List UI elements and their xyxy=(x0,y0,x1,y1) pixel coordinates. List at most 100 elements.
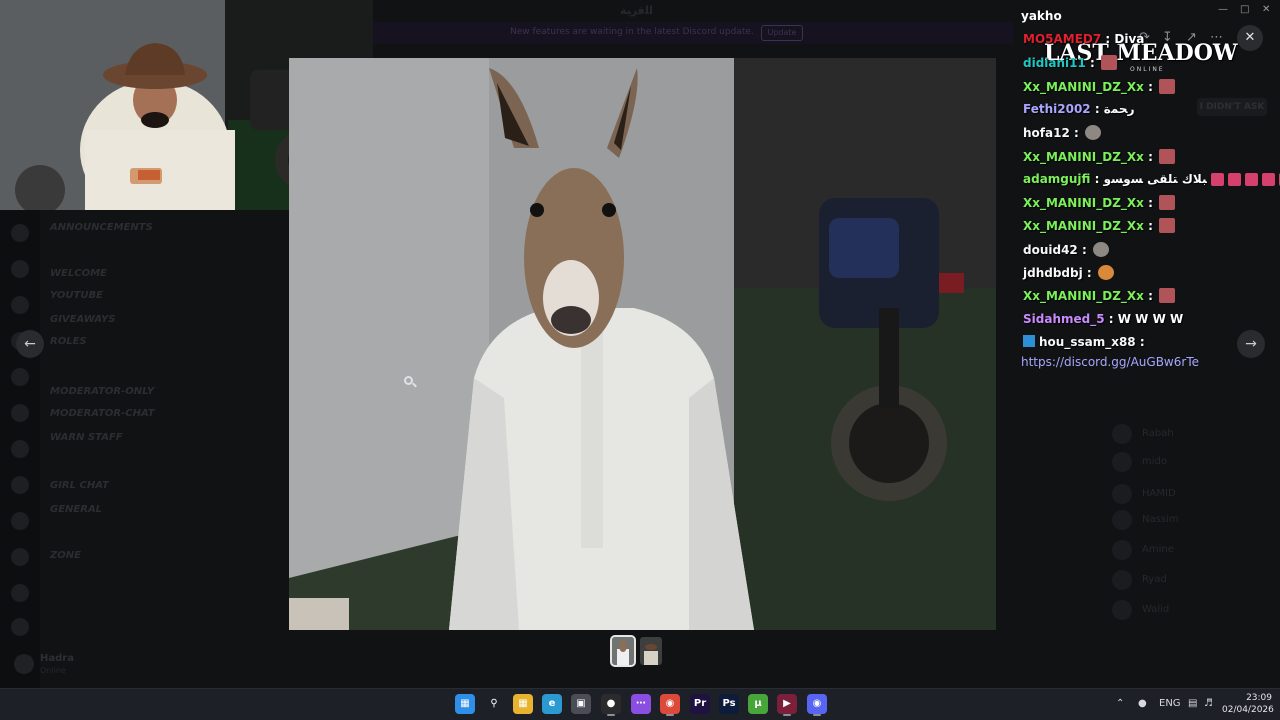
chat-username[interactable]: didiani11 xyxy=(1023,56,1086,70)
add-server-icon[interactable] xyxy=(11,584,29,602)
emote-icon xyxy=(1159,78,1176,94)
network-icon[interactable]: ▤ xyxy=(1188,698,1197,709)
chat-username[interactable]: douid42 xyxy=(1023,243,1078,257)
server-icon[interactable] xyxy=(11,296,29,314)
discord-icon[interactable]: ◉ xyxy=(807,694,827,714)
server-icon[interactable] xyxy=(11,440,29,458)
previous-image-button[interactable]: ← xyxy=(16,330,44,358)
chat-username[interactable]: hou_ssam_x88 xyxy=(1039,335,1136,349)
running-indicator xyxy=(783,714,791,716)
discord-invite-link[interactable]: https://discord.gg/AuGBw6rTe xyxy=(1021,355,1199,369)
channel-item[interactable]: YOUTUBE xyxy=(50,290,103,301)
close-viewer-button[interactable]: ✕ xyxy=(1237,25,1263,51)
member-name: Nassim xyxy=(1142,514,1179,525)
server-icon[interactable] xyxy=(11,404,29,422)
chat-username[interactable]: MO5AMED7 xyxy=(1023,32,1101,46)
thumbnail-1[interactable] xyxy=(610,635,636,667)
emote-icon xyxy=(1084,125,1101,141)
member-item[interactable]: mido xyxy=(1112,452,1262,472)
member-item[interactable]: Amine xyxy=(1112,540,1262,560)
channel-item[interactable]: ANNOUNCEMENTS xyxy=(50,222,153,233)
server-icon[interactable] xyxy=(11,512,29,530)
file-explorer-icon[interactable]: ▦ xyxy=(513,694,533,714)
avatar xyxy=(1112,570,1132,590)
channel-item[interactable]: ROLES xyxy=(50,336,87,347)
member-item[interactable]: Ryad xyxy=(1112,570,1262,590)
chat-username[interactable]: Sidahmed_5 xyxy=(1023,312,1105,326)
server-icon[interactable] xyxy=(11,260,29,278)
channel-item[interactable]: MODERATOR-CHAT xyxy=(50,408,155,419)
emote-icon xyxy=(1159,288,1176,304)
arrow-left-icon: ← xyxy=(24,336,36,352)
member-item[interactable]: HAMID xyxy=(1112,484,1262,504)
channel-item[interactable]: WARN STAFF xyxy=(50,432,123,443)
chat-username[interactable]: Xx_MANINI_DZ_Xx xyxy=(1023,150,1144,164)
member-name: Amine xyxy=(1142,544,1174,555)
avatar xyxy=(1112,452,1132,472)
chat-username[interactable]: jdhdbdbj xyxy=(1023,266,1083,280)
chat-separator: : xyxy=(1143,149,1158,164)
premiere-icon[interactable]: Pr xyxy=(690,694,710,714)
maximize-icon[interactable]: □ xyxy=(1240,4,1249,15)
chat-username[interactable]: Xx_MANINI_DZ_Xx xyxy=(1023,196,1144,210)
member-item[interactable]: Nassim xyxy=(1112,510,1262,530)
user-status: Online xyxy=(40,666,66,675)
channel-item[interactable]: ZONE xyxy=(50,550,81,561)
windows-start-icon[interactable]: ▦ xyxy=(455,694,475,714)
chat-message: adamgujfi : ﺒﻼﻙ ﺘﻠﻘﻰ ﺴﻭﺴﻭ xyxy=(1023,172,1280,192)
taskbar-clock[interactable]: 23:09 02/04/2026 xyxy=(1222,692,1274,716)
channel-item[interactable]: GENERAL xyxy=(50,504,102,515)
channel-item[interactable]: GIRL CHAT xyxy=(50,480,109,491)
chat-username[interactable]: Xx_MANINI_DZ_Xx xyxy=(1023,219,1144,233)
server-icon[interactable] xyxy=(11,476,29,494)
reply-chip[interactable]: I DIDN'T ASK xyxy=(1197,98,1267,116)
microphone-icon[interactable]: ● xyxy=(1138,698,1147,709)
channel-item[interactable]: WELCOME xyxy=(50,268,107,279)
explore-icon[interactable] xyxy=(11,618,29,636)
tray-overflow-icon[interactable]: ⌃ xyxy=(1116,698,1124,709)
chat-username[interactable]: Fethi2002 xyxy=(1023,102,1091,116)
avatar xyxy=(1112,510,1132,530)
chat-separator: : xyxy=(1082,266,1096,280)
obs-icon[interactable]: ● xyxy=(601,694,621,714)
update-button[interactable]: Update xyxy=(761,25,803,41)
chat-username[interactable]: Xx_MANINI_DZ_Xx xyxy=(1023,289,1144,303)
chat-username[interactable]: hofa12 xyxy=(1023,126,1070,140)
emote-icon xyxy=(1101,55,1118,71)
chat-username[interactable]: adamgujfi xyxy=(1023,172,1090,186)
server-icon[interactable] xyxy=(11,224,29,242)
chat-username[interactable]: Xx_MANINI_DZ_Xx xyxy=(1023,80,1144,94)
messenger-icon[interactable]: ⋯ xyxy=(631,694,651,714)
chat-separator: : xyxy=(1090,171,1104,186)
edge-icon[interactable]: e xyxy=(542,694,562,714)
media-player-icon[interactable]: ▶ xyxy=(777,694,797,714)
search-icon[interactable]: ⚲ xyxy=(484,694,504,714)
member-item[interactable]: Rabah xyxy=(1112,424,1262,444)
image-viewer-photo xyxy=(289,58,996,630)
volume-icon[interactable]: ♬ xyxy=(1204,698,1213,709)
channel-item[interactable]: GIVEAWAYS xyxy=(50,314,115,325)
magnifier-cursor-icon xyxy=(404,376,413,385)
member-name: HAMID xyxy=(1142,488,1176,499)
member-item[interactable]: Walid xyxy=(1112,600,1262,620)
chat-message: hou_ssam_x88 : xyxy=(1023,334,1145,355)
chat-text: ﺭﺤﻤﺓ xyxy=(1103,101,1135,116)
window-close-icon[interactable]: ✕ xyxy=(1262,4,1270,15)
discord-server-title: ﺍﻠﻗﺭﻴﺔ xyxy=(620,4,653,17)
chat-separator: : xyxy=(1143,289,1158,304)
utorrent-icon[interactable]: μ xyxy=(748,694,768,714)
user-panel[interactable]: Hadra Online xyxy=(14,650,234,682)
chrome-icon[interactable]: ◉ xyxy=(660,694,680,714)
chat-message: Xx_MANINI_DZ_Xx : xyxy=(1023,148,1176,169)
minimize-icon[interactable]: — xyxy=(1218,4,1228,15)
channel-item[interactable]: MODERATOR-ONLY xyxy=(50,386,154,397)
thumbnail-2[interactable] xyxy=(640,637,662,665)
running-indicator xyxy=(813,714,821,716)
photoshop-icon[interactable]: Ps xyxy=(719,694,739,714)
server-icon[interactable] xyxy=(11,548,29,566)
language-indicator[interactable]: ENG xyxy=(1159,698,1181,709)
server-icon[interactable] xyxy=(11,368,29,386)
next-image-button[interactable]: → xyxy=(1237,330,1265,358)
member-name: Ryad xyxy=(1142,574,1167,585)
store-icon[interactable]: ▣ xyxy=(571,694,591,714)
